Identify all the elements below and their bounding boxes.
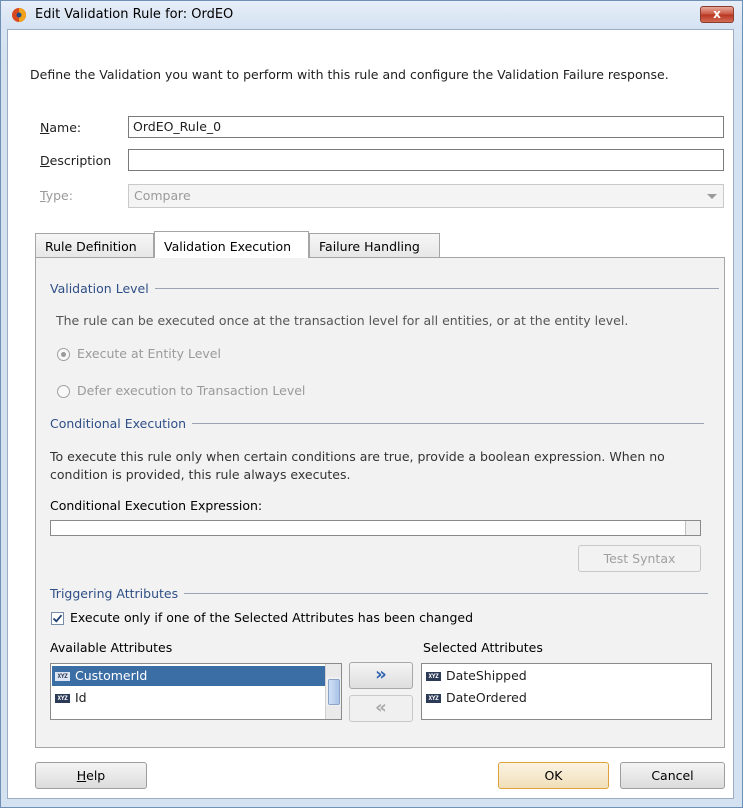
intro-text: Define the Validation you want to perfor… — [30, 67, 669, 82]
triggering-attributes-heading: Triggering Attributes — [50, 586, 709, 601]
list-item-label: Id — [75, 690, 87, 705]
attribute-type-icon: XYZ — [426, 671, 441, 681]
description-field[interactable] — [128, 149, 724, 171]
type-select-value: Compare — [134, 188, 191, 203]
attribute-type-icon: XYZ — [426, 693, 441, 703]
list-item-label: DateShipped — [446, 668, 527, 683]
triggering-attributes-title: Triggering Attributes — [50, 586, 179, 601]
list-item-label: CustomerId — [75, 668, 148, 683]
tab-failure-handling[interactable]: Failure Handling — [309, 233, 440, 258]
test-syntax-button[interactable]: Test Syntax — [578, 545, 701, 572]
scroll-down-arrow[interactable] — [326, 706, 341, 719]
attribute-type-icon: XYZ — [55, 671, 70, 681]
radio-transaction-level-label: Defer execution to Transaction Level — [77, 383, 306, 398]
available-list-scrollbar[interactable] — [325, 664, 341, 719]
scroll-up-arrow[interactable] — [326, 664, 341, 677]
name-label: Name: — [40, 120, 82, 135]
list-item[interactable]: XYZ Id — [52, 688, 327, 708]
description-label: Description — [40, 153, 112, 168]
type-select[interactable]: Compare — [128, 184, 724, 208]
radio-dot — [61, 352, 66, 357]
conditional-description-line2: condition is provided, this rule always … — [50, 467, 351, 482]
radio-transaction-level[interactable] — [57, 385, 70, 398]
execute-only-if-changed-label: Execute only if one of the Selected Attr… — [70, 610, 474, 625]
tab-rule-definition[interactable]: Rule Definition — [35, 233, 154, 258]
name-label-rest: ame: — [49, 120, 82, 135]
ok-button[interactable]: OK — [498, 762, 609, 789]
selected-attributes-list[interactable]: XYZ DateShipped XYZ DateOrdered — [421, 663, 712, 720]
divider — [154, 288, 719, 289]
radio-entity-level[interactable] — [57, 348, 70, 361]
name-field[interactable]: OrdEO_Rule_0 — [128, 116, 724, 138]
validation-level-title: Validation Level — [50, 281, 149, 296]
cancel-button[interactable]: Cancel — [620, 762, 725, 789]
list-item-label: DateOrdered — [446, 690, 527, 705]
expression-field[interactable] — [50, 520, 701, 536]
list-item[interactable]: XYZ CustomerId — [52, 666, 327, 686]
attribute-type-icon: XYZ — [55, 693, 70, 703]
validation-level-heading: Validation Level — [50, 281, 719, 296]
conditional-execution-heading: Conditional Execution — [50, 416, 705, 431]
expression-label: Conditional Execution Expression: — [50, 498, 263, 513]
expression-resize-handle[interactable] — [685, 521, 700, 535]
validation-level-description: The rule can be executed once at the tra… — [56, 313, 629, 328]
execute-only-if-changed-checkbox[interactable] — [51, 612, 64, 625]
radio-entity-level-label: Execute at Entity Level — [77, 346, 221, 361]
available-attributes-list[interactable]: XYZ CustomerId XYZ Id — [50, 663, 342, 720]
tab-validation-execution[interactable]: Validation Execution — [154, 231, 309, 258]
chevron-down-icon — [707, 194, 717, 199]
list-item[interactable]: XYZ DateShipped — [423, 666, 706, 686]
available-attributes-label: Available Attributes — [50, 640, 173, 655]
scroll-thumb[interactable] — [328, 679, 340, 705]
type-label: Type: — [40, 188, 73, 203]
conditional-execution-title: Conditional Execution — [50, 416, 187, 431]
divider — [192, 423, 705, 424]
title-bar[interactable]: Edit Validation Rule for: OrdEO x — [1, 1, 742, 29]
move-left-button[interactable]: « — [349, 695, 413, 722]
move-right-button[interactable]: » — [349, 662, 413, 689]
divider — [184, 593, 709, 594]
conditional-description-line1: To execute this rule only when certain c… — [50, 449, 665, 464]
list-item[interactable]: XYZ DateOrdered — [423, 688, 706, 708]
close-button[interactable]: x — [700, 6, 734, 23]
checkmark-icon — [52, 614, 63, 623]
window-title: Edit Validation Rule for: OrdEO — [35, 7, 234, 22]
help-button[interactable]: Help — [35, 762, 147, 789]
app-logo-icon — [12, 8, 26, 22]
selected-attributes-label: Selected Attributes — [423, 640, 543, 655]
